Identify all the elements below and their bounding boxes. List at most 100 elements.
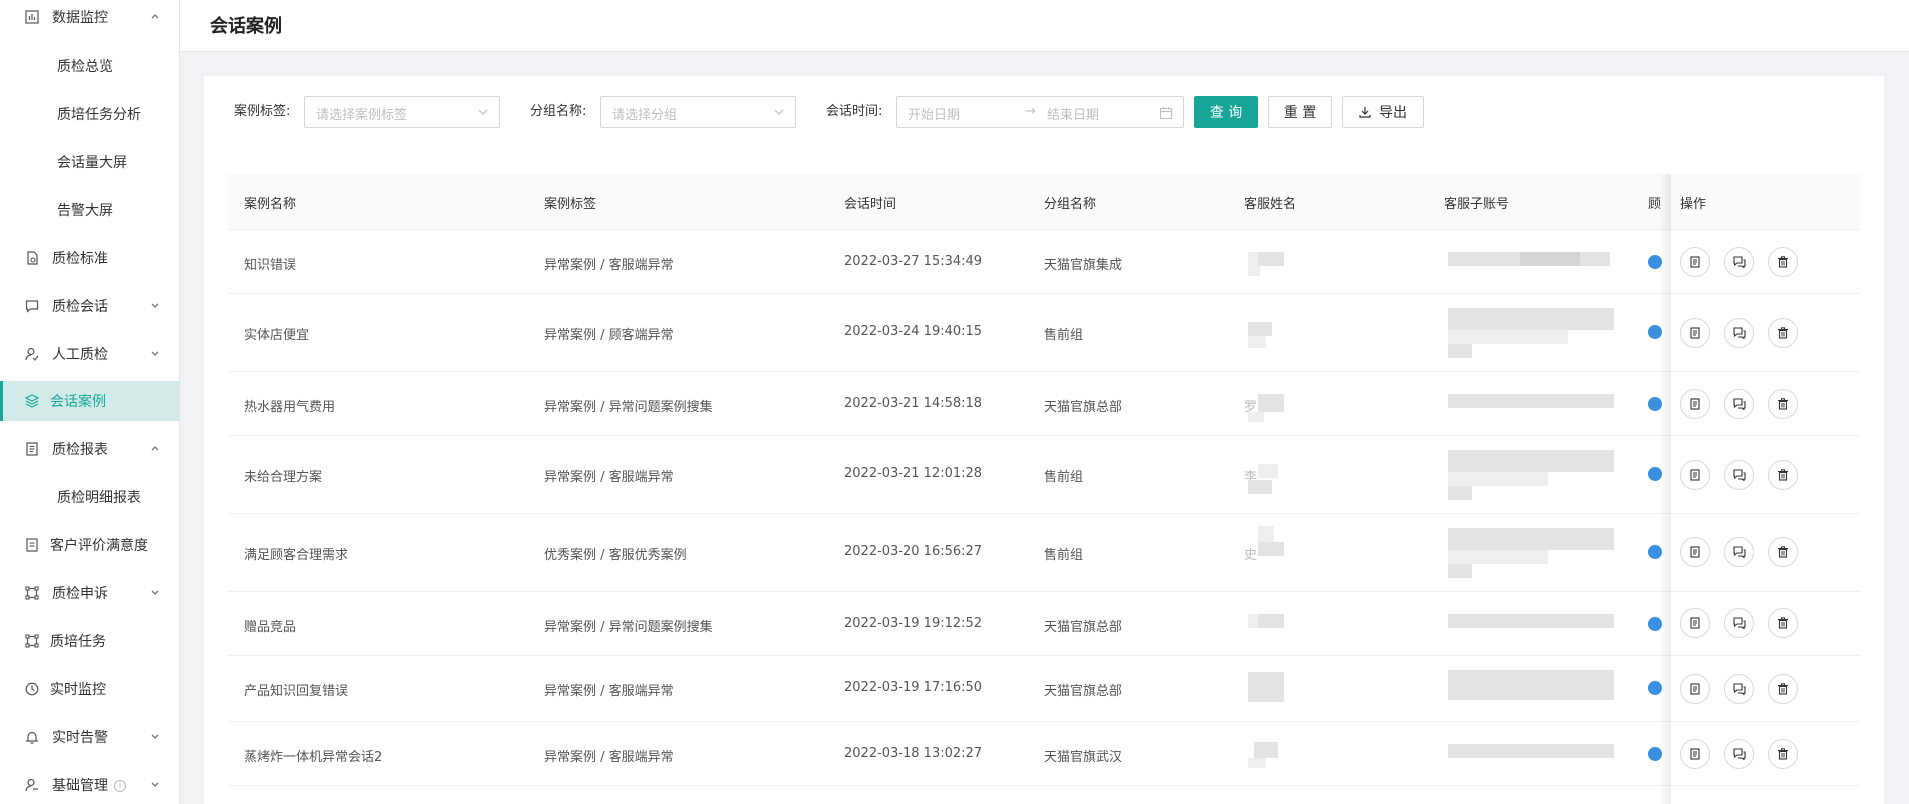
table-row: 热水器用气费用 异常案例 / 异常问题案例搜集 2022-03-21 14:58… [228, 372, 1860, 436]
group-name: 天猫官旗武汉 [1044, 750, 1123, 765]
view-session-button[interactable] [1724, 460, 1754, 490]
session-time: 2022-03-21 12:01:28 [844, 466, 983, 481]
view-session-button[interactable] [1724, 674, 1754, 704]
start-date-input[interactable]: 开始日期 [908, 104, 960, 123]
delete-button[interactable] [1768, 247, 1798, 277]
nav-label: 质检申诉 [52, 586, 108, 602]
trash-icon [1777, 256, 1789, 268]
nav-qc-overview[interactable]: 质检总览 [0, 46, 179, 86]
rating-icon [24, 537, 40, 553]
blurred-agent-name [1248, 266, 1260, 276]
query-button[interactable]: 查 询 [1194, 96, 1258, 128]
group-select[interactable]: 请选择分组 [600, 96, 796, 128]
clock-icon [24, 681, 40, 697]
case-name: 赠品竞品 [244, 620, 297, 635]
nav-session-cases[interactable]: 会话案例 [0, 381, 179, 421]
table-row: 蒸烤炸一体机异常会话2 异常案例 / 客服端异常 2022-03-18 13:0… [228, 722, 1860, 786]
bell-icon [24, 729, 40, 745]
blurred-agent-name [1248, 480, 1272, 494]
nav-realtime-alert[interactable]: 实时告警 [0, 717, 179, 757]
nav-label: 会话案例 [50, 394, 106, 410]
view-detail-button[interactable] [1680, 537, 1710, 567]
detail-icon [1689, 327, 1701, 339]
view-session-button[interactable] [1724, 318, 1754, 348]
nav-alert-screen[interactable]: 告警大屏 [0, 190, 179, 230]
view-detail-button[interactable] [1680, 460, 1710, 490]
view-detail-button[interactable] [1680, 608, 1710, 638]
view-session-button[interactable] [1724, 739, 1754, 769]
nav-label: 基础管理 i [52, 775, 126, 795]
blurred-agent-name [1248, 322, 1272, 336]
delete-button[interactable] [1768, 318, 1798, 348]
nav-label: 实时告警 [52, 730, 108, 746]
view-session-button[interactable] [1724, 247, 1754, 277]
nav-qc-standard[interactable]: 质检标准 [0, 238, 179, 278]
blurred-sub-account [1580, 252, 1610, 266]
nav-session-screen[interactable]: 会话量大屏 [0, 142, 179, 182]
blurred-agent-name [1248, 672, 1284, 702]
view-detail-button[interactable] [1680, 739, 1710, 769]
nav-label: 质检报表 [52, 442, 108, 458]
nav-qc-report[interactable]: 质检报表 [0, 429, 179, 469]
reset-button[interactable]: 重 置 [1268, 96, 1332, 128]
trash-icon [1777, 748, 1789, 760]
nav-data-monitor[interactable]: 数据监控 [0, 0, 179, 37]
view-session-button[interactable] [1724, 389, 1754, 419]
case-name: 未给合理方案 [244, 470, 323, 485]
chevron-down-icon [148, 729, 162, 743]
chevron-up-icon [148, 441, 162, 455]
delete-button[interactable] [1768, 674, 1798, 704]
delete-button[interactable] [1768, 608, 1798, 638]
nav-qc-appeal[interactable]: 质检申诉 [0, 573, 179, 613]
date-range-picker[interactable]: 开始日期 → 结束日期 [896, 96, 1184, 128]
blurred-sub-account [1448, 330, 1568, 344]
blurred-agent-name [1258, 394, 1284, 412]
nav-qc-session[interactable]: 质检会话 [0, 286, 179, 326]
session-time: 2022-03-18 13:02:27 [844, 746, 983, 761]
blurred-sub-account [1448, 614, 1614, 628]
detail-icon [1689, 748, 1701, 760]
blurred-agent-name [1258, 614, 1284, 628]
delete-button[interactable] [1768, 460, 1798, 490]
chat-icon [1732, 469, 1746, 481]
delete-button[interactable] [1768, 537, 1798, 567]
nav-label: 客户评价满意度 [50, 538, 148, 554]
view-detail-button[interactable] [1680, 318, 1710, 348]
nav-training-analysis[interactable]: 质培任务分析 [0, 94, 179, 134]
view-detail-button[interactable] [1680, 389, 1710, 419]
view-session-button[interactable] [1724, 608, 1754, 638]
nav-basic-management[interactable]: 基础管理 i [0, 765, 179, 804]
case-tag: 异常案例 / 客服端异常 [544, 470, 674, 485]
range-arrow-icon: → [1025, 104, 1036, 119]
blurred-sub-account [1448, 472, 1548, 486]
nav-training-task[interactable]: 质培任务 [0, 621, 179, 661]
chat-icon [1732, 748, 1746, 760]
case-tag-select[interactable]: 请选择案例标签 [304, 96, 500, 128]
table-row: 产品知识回复错误 异常案例 / 客服端异常 2022-03-19 17:16:5… [228, 656, 1860, 722]
case-tag-label: 案例标签: [234, 104, 291, 119]
column-header: 分组名称 [1044, 197, 1097, 212]
group-name: 售前组 [1044, 328, 1084, 343]
chat-icon [1732, 398, 1746, 410]
nav-customer-satisfaction[interactable]: 客户评价满意度 [0, 525, 179, 565]
blurred-sub-account [1448, 670, 1614, 700]
view-session-button[interactable] [1724, 537, 1754, 567]
appeal-icon [24, 585, 40, 601]
end-date-input[interactable]: 结束日期 [1047, 104, 1099, 123]
nav-qc-detail-report[interactable]: 质检明细报表 [0, 477, 179, 517]
nav-label: 人工质检 [52, 347, 108, 363]
chevron-down-icon [148, 777, 162, 791]
nav-manual-qc[interactable]: 人工质检 [0, 334, 179, 374]
group-name: 售前组 [1044, 470, 1084, 485]
group-name: 天猫官旗总部 [1044, 684, 1123, 699]
nav-realtime-monitor[interactable]: 实时监控 [0, 669, 179, 709]
group-name: 天猫官旗总部 [1044, 620, 1123, 635]
view-detail-button[interactable] [1680, 674, 1710, 704]
session-time: 2022-03-21 14:58:18 [844, 396, 983, 411]
delete-button[interactable] [1768, 739, 1798, 769]
case-tag: 异常案例 / 异常问题案例搜集 [544, 400, 713, 415]
view-detail-button[interactable] [1680, 247, 1710, 277]
chat-icon [1732, 256, 1746, 268]
export-button[interactable]: 导出 [1342, 96, 1424, 128]
delete-button[interactable] [1768, 389, 1798, 419]
